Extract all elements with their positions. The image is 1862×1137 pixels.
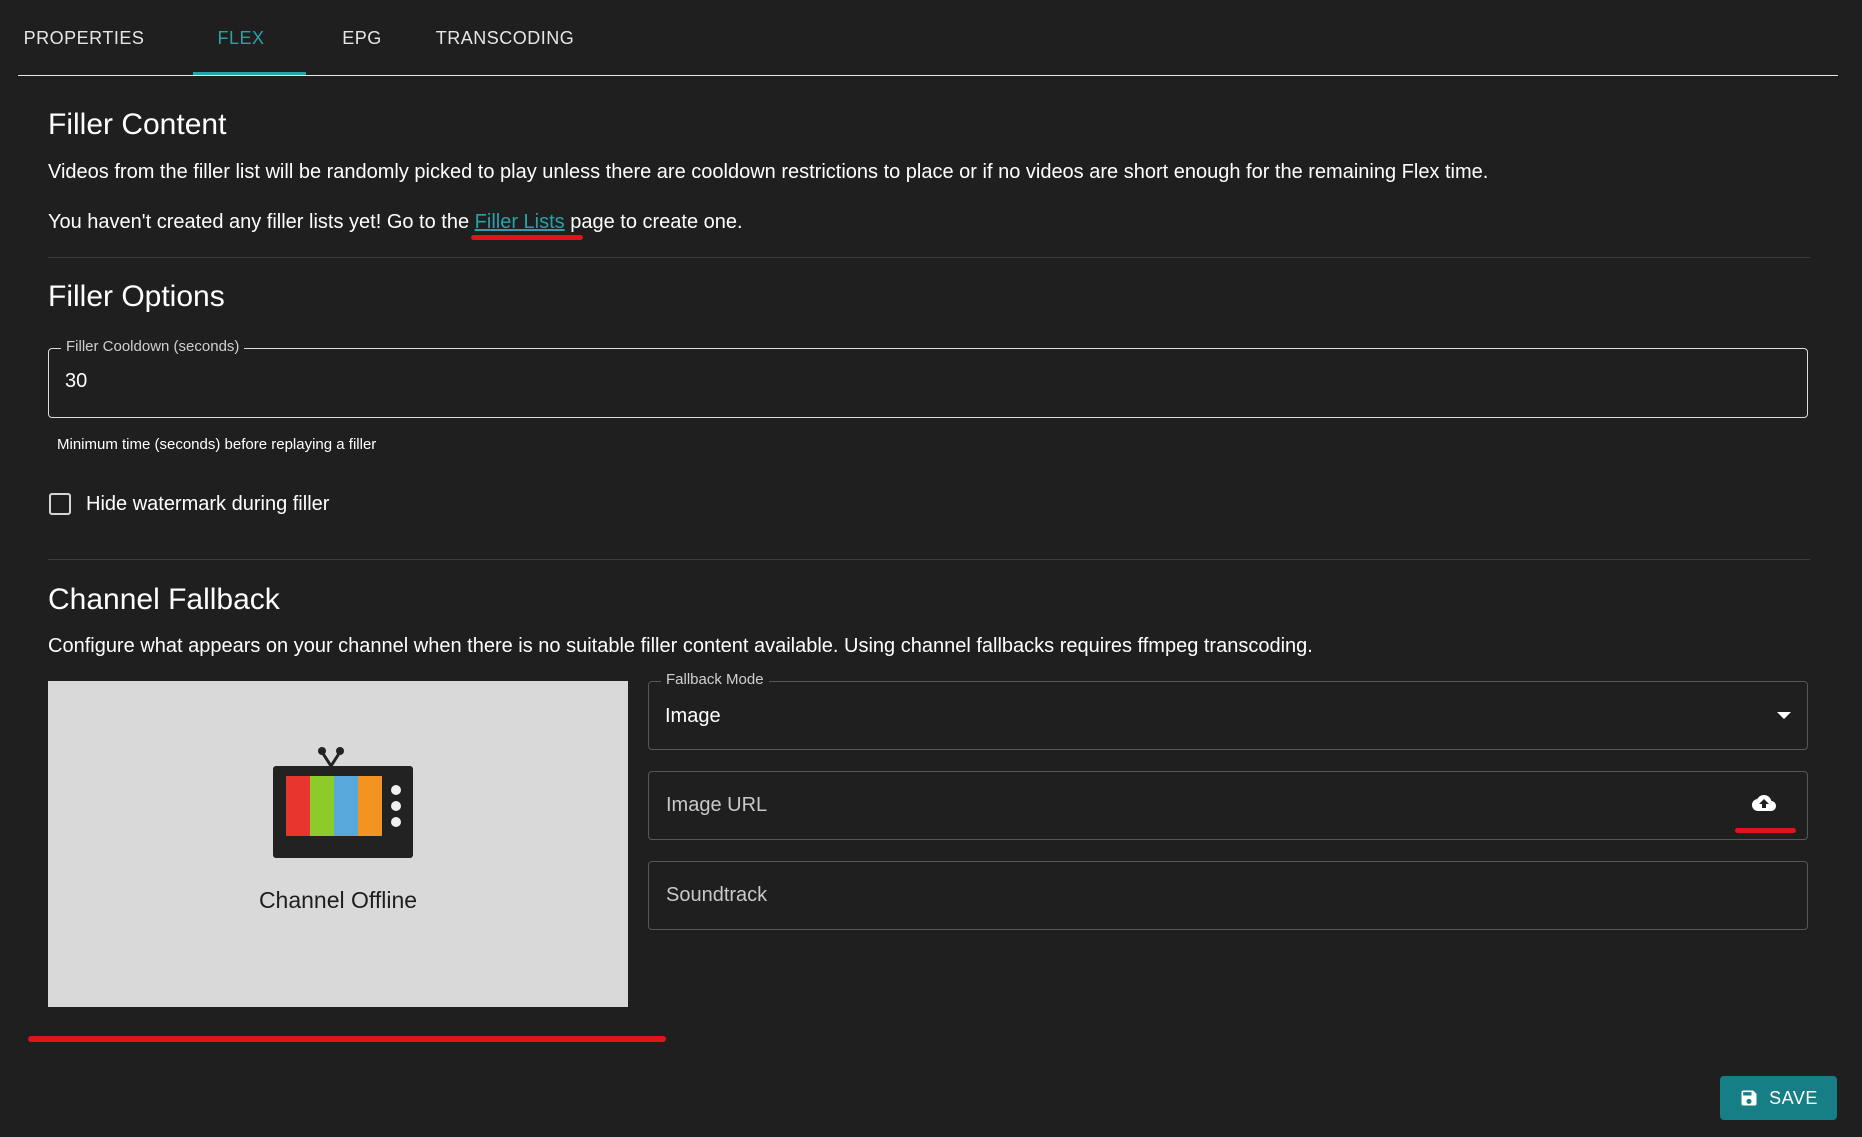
save-button[interactable]: SAVE (1720, 1076, 1837, 1120)
tab-epg[interactable]: EPG (308, 0, 416, 76)
empty-message-suffix: page to create one. (564, 211, 743, 233)
cloud-upload-icon[interactable] (1748, 791, 1780, 815)
active-tab-indicator (193, 72, 306, 75)
dropdown-arrow-icon[interactable] (1777, 712, 1791, 720)
annotation-underline-preview (28, 1036, 666, 1042)
filler-lists-link[interactable]: Filler Lists (475, 211, 565, 233)
annotation-underline-upload (1735, 828, 1796, 833)
tab-properties[interactable]: PROPERTIES (18, 0, 150, 76)
fallback-mode-label: Fallback Mode (661, 671, 769, 688)
filler-cooldown-label: Filler Cooldown (seconds) (61, 338, 245, 355)
filler-cooldown-helper: Minimum time (seconds) before replaying … (57, 436, 377, 453)
filler-options-title: Filler Options (48, 280, 225, 313)
fallback-mode-value: Image (665, 705, 721, 727)
section-divider (48, 559, 1810, 560)
filler-content-title: Filler Content (48, 108, 227, 141)
tab-flex[interactable]: FLEX (175, 0, 307, 76)
filler-cooldown-field[interactable]: Filler Cooldown (seconds) 30 (48, 338, 1808, 418)
preview-caption: Channel Offline (258, 887, 418, 913)
image-url-field[interactable]: Image URL (648, 771, 1808, 840)
filler-lists-empty-message: You haven't created any filler lists yet… (48, 211, 743, 234)
soundtrack-field[interactable]: Soundtrack (648, 861, 1808, 930)
fallback-preview-image: Channel Offline (48, 681, 628, 1007)
hide-watermark-label[interactable]: Hide watermark during filler (86, 493, 329, 516)
channel-fallback-title: Channel Fallback (48, 583, 280, 616)
hide-watermark-checkbox[interactable] (49, 493, 71, 515)
soundtrack-placeholder: Soundtrack (666, 884, 768, 906)
section-divider (48, 257, 1810, 258)
filler-content-description: Videos from the filler list will be rand… (48, 161, 1489, 183)
filler-cooldown-value[interactable]: 30 (65, 370, 87, 393)
save-button-label: SAVE (1769, 1087, 1818, 1108)
save-icon (1741, 1090, 1757, 1106)
image-url-placeholder: Image URL (666, 794, 768, 816)
tab-bar: PROPERTIES FLEX EPG TRANSCODING (18, 0, 1838, 76)
tv-offline-icon (273, 747, 413, 858)
empty-message-prefix: You haven't created any filler lists yet… (48, 211, 475, 233)
tab-transcoding[interactable]: TRANSCODING (421, 0, 589, 76)
fallback-mode-select[interactable]: Fallback Mode Image (648, 671, 1808, 750)
channel-fallback-description: Configure what appears on your channel w… (48, 635, 1313, 657)
annotation-underline-filler-lists (471, 235, 583, 240)
